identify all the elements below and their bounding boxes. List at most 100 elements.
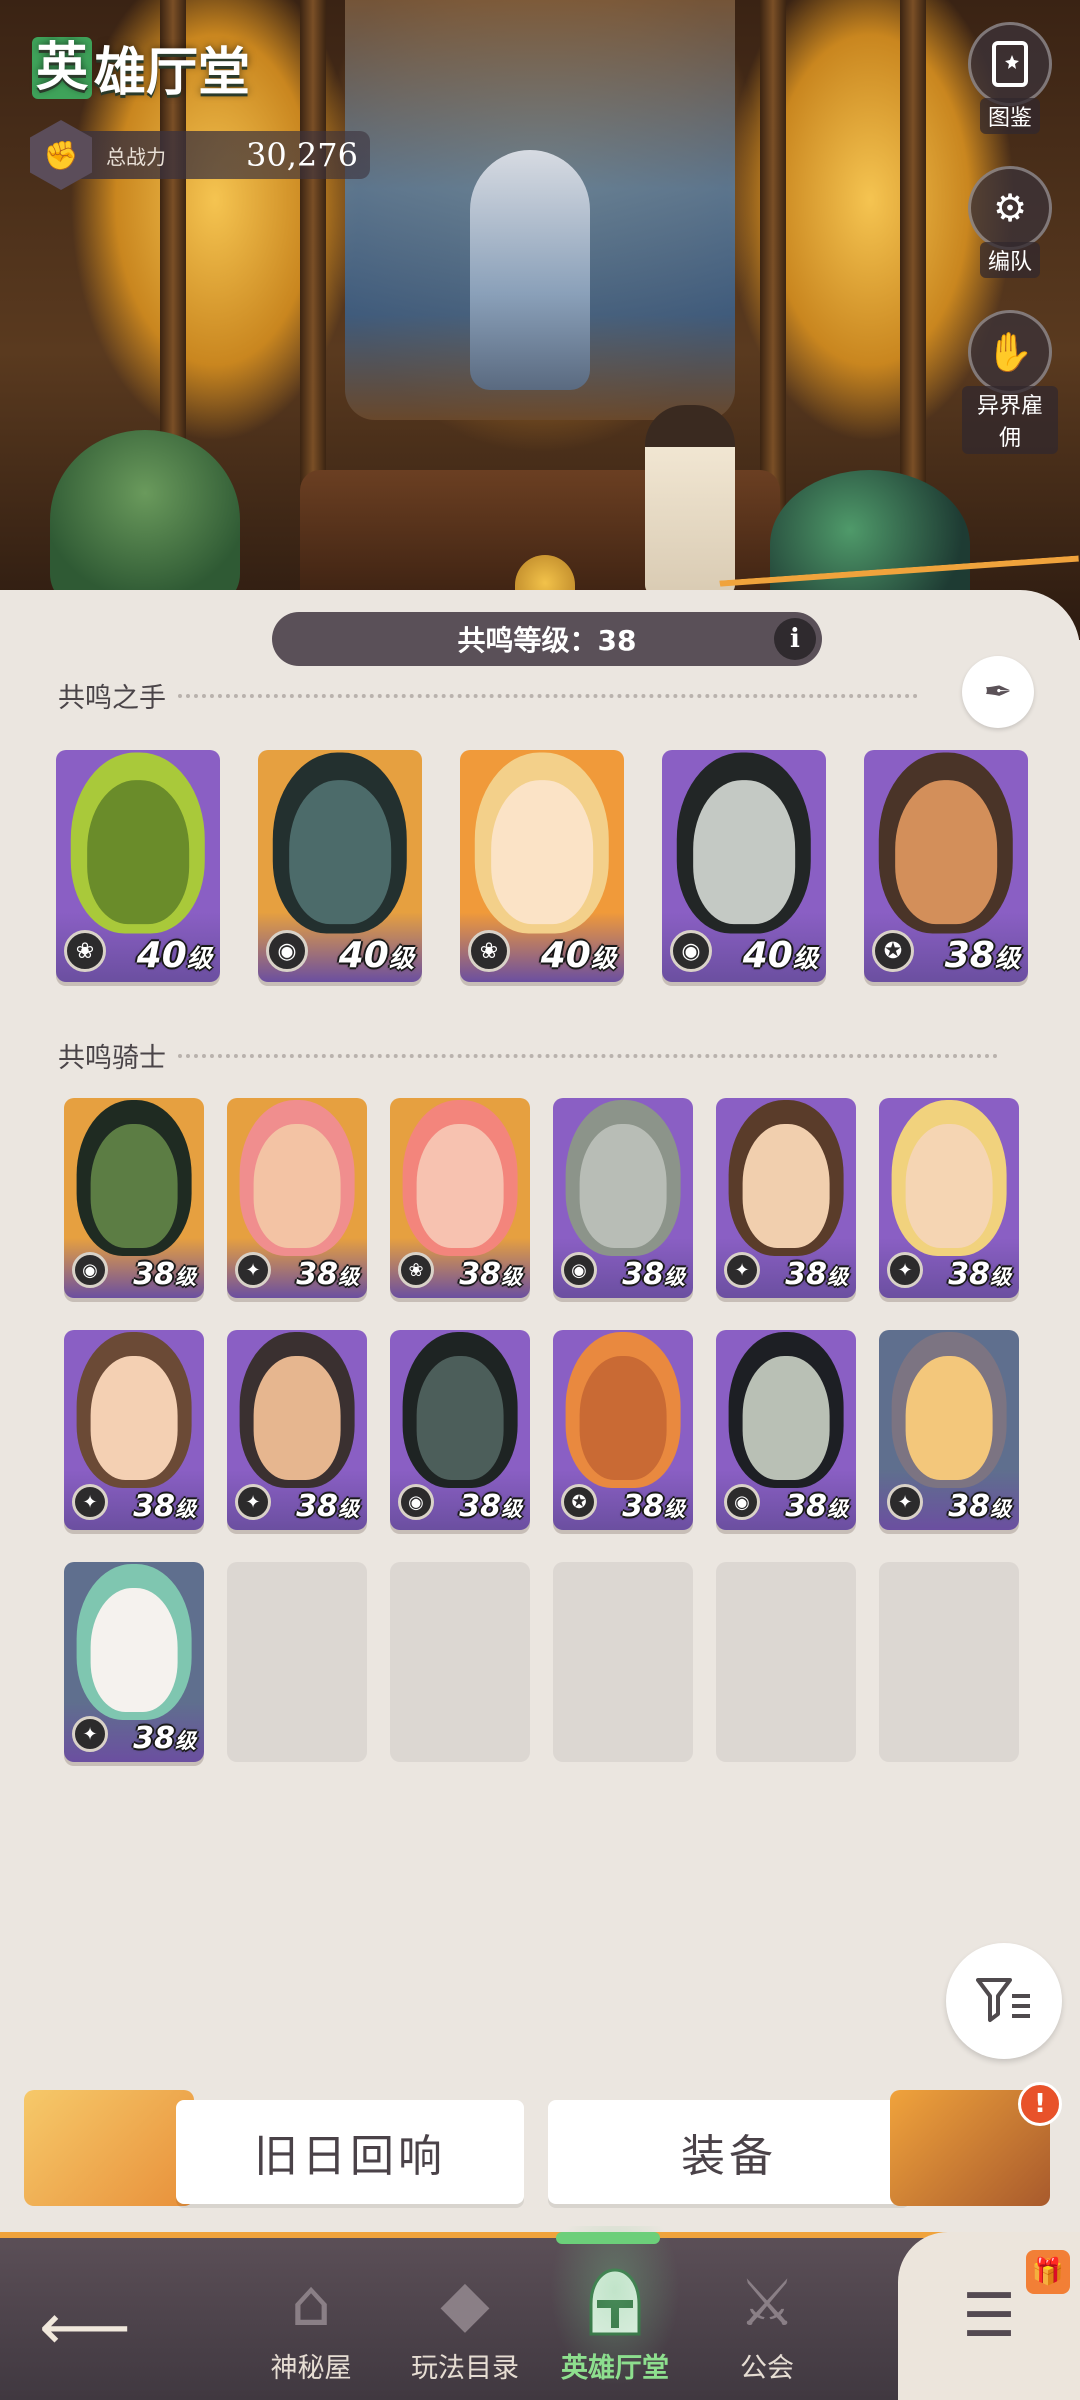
hands-section-title: 共鸣之手 (58, 683, 166, 714)
wilder-faction-icon: ❀ (468, 930, 510, 972)
gift-icon[interactable]: 🎁 (1026, 2250, 1070, 2294)
hero-card[interactable]: ◉ 38级 (716, 1330, 856, 1530)
hero-level-unit: 级 (827, 1497, 848, 1521)
tree-hero-npc[interactable] (50, 430, 240, 610)
hero-level-unit: 级 (175, 1265, 196, 1289)
hero-face (693, 780, 795, 924)
graveborn-faction-icon: ◉ (266, 930, 308, 972)
hero-level-number: 38 (622, 1489, 664, 1524)
hero-card[interactable]: ✪ 38级 (553, 1330, 693, 1530)
power-label: 总战力 (106, 144, 166, 169)
hero-card[interactable]: ❀ 40级 (56, 750, 220, 982)
nav-label: 公会 (740, 2353, 794, 2384)
hero-card[interactable]: ◉ 40级 (662, 750, 826, 982)
codex-label: 图鉴 (979, 98, 1040, 134)
info-icon[interactable]: i (774, 618, 816, 660)
hero-level-number: 38 (133, 1721, 175, 1756)
lightbearer-faction-icon: ✦ (72, 1716, 108, 1752)
hero-level-number: 38 (948, 1257, 990, 1292)
pillar (760, 0, 786, 520)
empty-hero-slot (227, 1562, 367, 1762)
lightbearer-faction-icon: ✦ (235, 1252, 271, 1288)
resonance-level-bar: 共鸣等级：38 i (272, 612, 822, 666)
equipment-button[interactable]: 装备 (548, 2100, 910, 2204)
hero-card[interactable]: ✪ 38级 (864, 750, 1028, 982)
hero-face (579, 1356, 667, 1480)
hero-card[interactable]: ◉ 40级 (258, 750, 422, 982)
hero-level-number: 38 (296, 1257, 338, 1292)
hero-card[interactable]: ✦ 38级 (64, 1330, 204, 1530)
hero-level-unit: 级 (388, 944, 414, 973)
hero-card[interactable]: ◉ 38级 (64, 1098, 204, 1298)
alert-badge: ! (1018, 2082, 1062, 2126)
hero-card[interactable]: ✦ 38级 (879, 1098, 1019, 1298)
hero-face (579, 1124, 667, 1248)
mauler-faction-icon: ✪ (561, 1484, 597, 1520)
codex-button[interactable]: 图鉴 (962, 22, 1058, 134)
nav-item-modes[interactable]: ◆ 玩法目录 (380, 2256, 550, 2385)
quill-icon[interactable]: ✒ (962, 656, 1034, 728)
hero-card[interactable]: ✦ 38级 (879, 1330, 1019, 1530)
hero-level-number: 38 (622, 1257, 664, 1292)
graveborn-faction-icon: ◉ (724, 1484, 760, 1520)
hero-face (253, 1124, 341, 1248)
hire-button[interactable]: ✋ 异界雇佣 (962, 310, 1058, 454)
hero-card[interactable]: ❀ 38级 (390, 1098, 530, 1298)
hero-level: 38级 (296, 1257, 359, 1292)
hero-level-unit: 级 (338, 1497, 359, 1521)
old-echo-button[interactable]: 旧日回响 (176, 2100, 524, 2204)
nav-item-hero-hall[interactable]: 英雄厅堂 (530, 2226, 700, 2386)
formation-button[interactable]: ⚙ 编队 (962, 166, 1058, 278)
hero-level-number: 38 (785, 1489, 827, 1524)
hero-level-unit: 级 (664, 1265, 685, 1289)
old-echo-label: 旧日回响 (254, 2131, 446, 2182)
nav-label: 玩法目录 (411, 2353, 519, 2384)
hero-card[interactable]: ✦ 38级 (716, 1098, 856, 1298)
page-title: 英 雄厅堂 (32, 30, 250, 105)
lightbearer-faction-icon: ✦ (887, 1484, 923, 1520)
nav-item-mystery-house[interactable]: ⌂ 神秘屋 (226, 2256, 396, 2385)
hero-level: 38级 (459, 1489, 522, 1524)
hero-level: 38级 (133, 1257, 196, 1292)
lightbearer-faction-icon: ✦ (724, 1252, 760, 1288)
nav-label: 英雄厅堂 (561, 2353, 669, 2384)
filter-list-icon[interactable] (946, 1943, 1062, 2059)
wilder-faction-icon: ❀ (64, 930, 106, 972)
formation-label: 编队 (979, 242, 1040, 278)
total-power-panel: ✊ 总战力 30,276 (30, 118, 370, 192)
hero-card[interactable]: ✦ 38级 (64, 1562, 204, 1762)
pillar (300, 0, 326, 520)
graveborn-faction-icon: ◉ (670, 930, 712, 972)
hero-card[interactable]: ◉ 38级 (390, 1330, 530, 1530)
hero-level-number: 38 (944, 935, 995, 976)
hero-level: 38级 (622, 1257, 685, 1292)
hero-level: 38级 (622, 1489, 685, 1524)
resonance-level-text: 共鸣等级：38 (457, 624, 637, 657)
hero-level: 38级 (296, 1489, 359, 1524)
nav-item-guild[interactable]: ⚔ 公会 (682, 2256, 852, 2385)
hero-level: 38级 (133, 1721, 196, 1756)
crossed-swords-icon: ⚔ (738, 2267, 796, 2341)
power-value: 30,276 (246, 136, 358, 174)
hero-level-unit: 级 (501, 1265, 522, 1289)
hero-card[interactable]: ◉ 38级 (553, 1098, 693, 1298)
lightbearer-faction-icon: ✦ (887, 1252, 923, 1288)
hero-card[interactable]: ✦ 38级 (227, 1098, 367, 1298)
hero-level-number: 40 (540, 935, 591, 976)
mystery-house-icon: ⌂ (290, 2267, 332, 2341)
wilder-faction-icon: ❀ (398, 1252, 434, 1288)
graveborn-faction-icon: ◉ (561, 1252, 597, 1288)
hero-card[interactable]: ✦ 38级 (227, 1330, 367, 1530)
hero-level-number: 38 (948, 1489, 990, 1524)
hero-face (253, 1356, 341, 1480)
book-icon (968, 22, 1052, 106)
hero-level: 38级 (785, 1257, 848, 1292)
hero-face (90, 1356, 178, 1480)
back-arrow-icon[interactable]: ⟵ (30, 2288, 140, 2368)
lightbearer-faction-icon: ✦ (72, 1484, 108, 1520)
hero-level: 38级 (948, 1257, 1011, 1292)
hero-card[interactable]: ❀ 40级 (460, 750, 624, 982)
hero-face (491, 780, 593, 924)
hero-npc[interactable] (645, 405, 735, 595)
knights-section-title: 共鸣骑士 (58, 1043, 166, 1074)
